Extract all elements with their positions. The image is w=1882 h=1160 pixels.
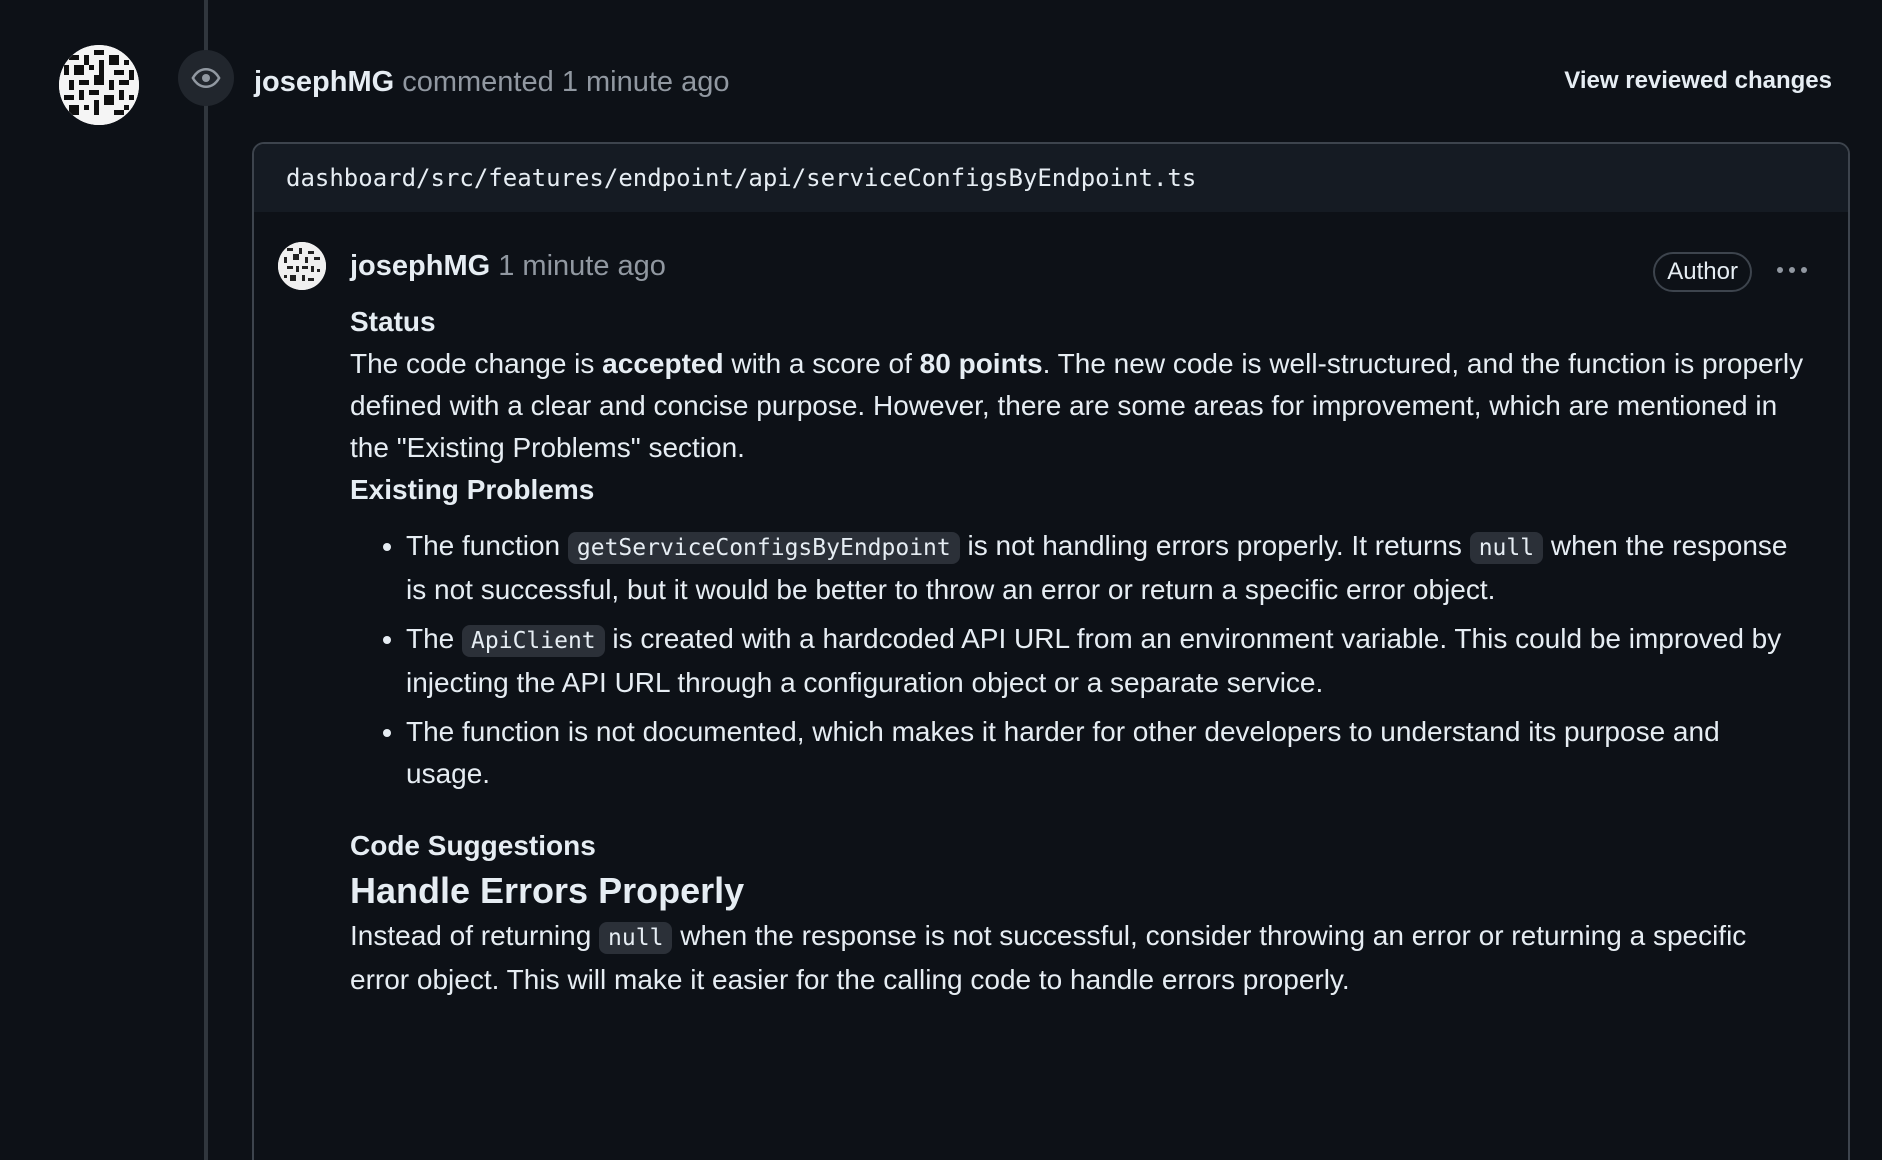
file-header: dashboard/src/features/endpoint/api/serv… [254,144,1848,212]
comment-time[interactable]: 1 minute ago [498,250,666,282]
comment-options-button[interactable] [1772,252,1812,288]
avatar[interactable] [59,45,139,125]
list-item-text: is created with a hardcoded API URL from… [406,623,1782,698]
inline-code: getServiceConfigsByEndpoint [567,532,960,564]
status-text: with a score of [723,348,920,379]
eye-icon [191,67,221,89]
event-action: commented [402,66,554,98]
comment-body: Status The code change is accepted with … [350,301,1810,1001]
list-item-text: The [406,623,463,654]
status-score: 80 points [919,348,1043,379]
timeline-line [204,0,208,1160]
suggestion-paragraph: Instead of returning null when the respo… [350,915,1810,1001]
list-item: The ApiClient is created with a hardcode… [406,618,1810,704]
comment-header: josephMG 1 minute ago [350,246,666,286]
suggestion-text: Instead of returning [350,920,600,951]
list-item: The function getServiceConfigsByEndpoint… [406,525,1810,611]
status-text: The code change is [350,348,603,379]
existing-problems-heading: Existing Problems [350,474,595,505]
comment-avatar[interactable] [278,242,326,290]
review-state-badge [178,50,234,106]
pr-timeline: josephMG commented 1 minute ago View rev… [0,0,1882,1160]
review-thread: dashboard/src/features/endpoint/api/serv… [252,142,1850,1160]
event-header: josephMG commented 1 minute ago [254,62,729,102]
list-item-text: The function [406,530,568,561]
event-author[interactable]: josephMG [254,66,394,98]
list-item-text: is not handling errors properly. It retu… [959,530,1470,561]
status-accepted: accepted [602,348,724,379]
suggestion-title: Handle Errors Properly [350,870,745,911]
status-heading: Status [350,306,436,337]
avatar-pattern [59,45,139,125]
code-suggestions-heading: Code Suggestions [350,830,596,861]
event-time[interactable]: 1 minute ago [562,66,730,98]
status-paragraph: The code change is accepted with a score… [350,343,1810,469]
comment-avatar-pattern [278,242,326,290]
kebab-horizontal-icon [1777,267,1807,273]
file-path[interactable]: dashboard/src/features/endpoint/api/serv… [286,164,1196,192]
inline-code: ApiClient [462,625,605,657]
comment-author[interactable]: josephMG [350,250,490,282]
author-badge: Author [1653,252,1752,292]
inline-code: null [1469,532,1544,564]
list-item: The function is not documented, which ma… [406,711,1810,795]
inline-code: null [599,922,673,954]
problems-list: The function getServiceConfigsByEndpoint… [350,525,1810,795]
list-item-text: The function is not documented, which ma… [406,716,1720,789]
view-reviewed-changes-link[interactable]: View reviewed changes [1564,64,1832,98]
